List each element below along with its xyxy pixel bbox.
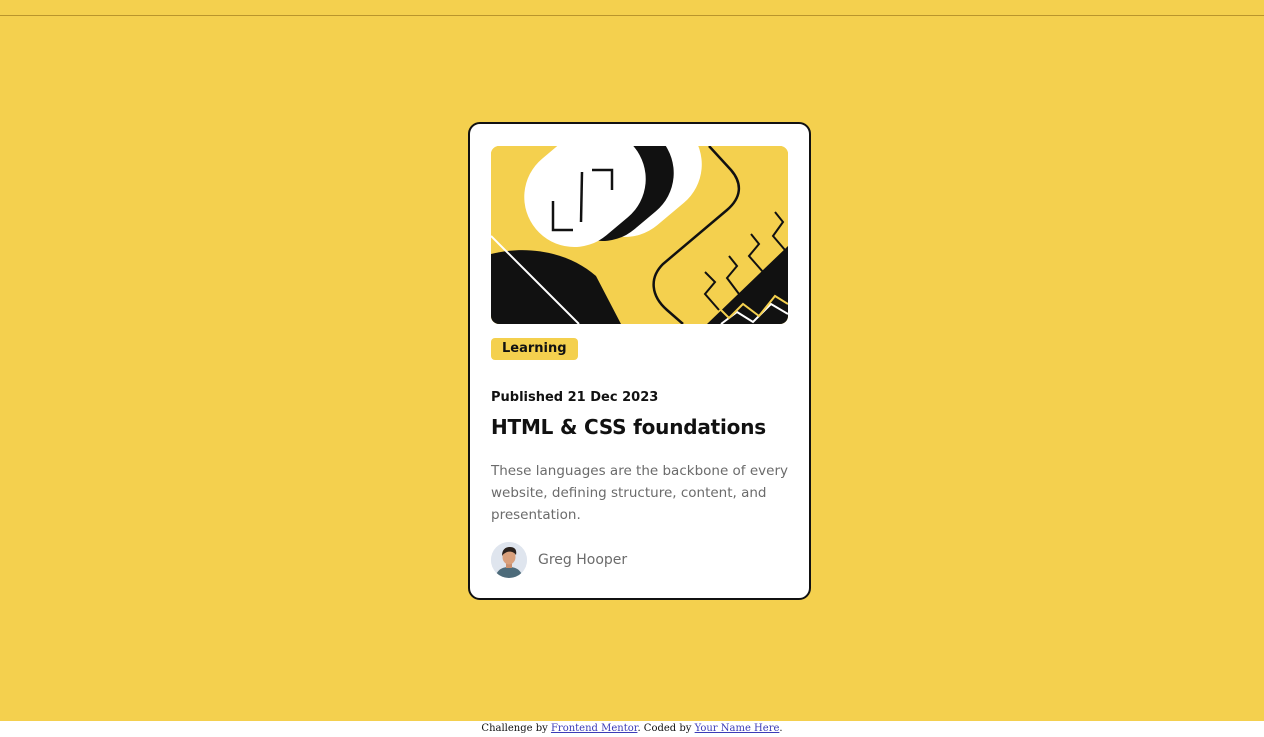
card-title[interactable]: HTML & CSS foundations [491,413,766,441]
author-info: Greg Hooper [491,542,627,578]
footer-suffix: . [779,723,783,734]
category-tag: Learning [491,338,578,360]
card-description: These languages are the backbone of ever… [491,463,788,523]
published-date: Published 21 Dec 2023 [491,390,659,405]
blog-preview-card: Learning Published 21 Dec 2023 HTML & CS… [468,122,811,600]
attribution-footer: Challenge by Frontend Mentor. Coded by Y… [0,721,1264,737]
author-name: Greg Hooper [538,552,628,568]
illustration-image [491,146,788,324]
top-divider [0,15,1264,16]
footer-middle: . Coded by [637,723,695,734]
author-avatar [491,542,527,578]
avatar-photo-icon [491,542,527,578]
frontend-mentor-link[interactable]: Frontend Mentor [551,723,637,734]
author-link[interactable]: Your Name Here [695,723,780,734]
footer-prefix: Challenge by [481,723,551,734]
